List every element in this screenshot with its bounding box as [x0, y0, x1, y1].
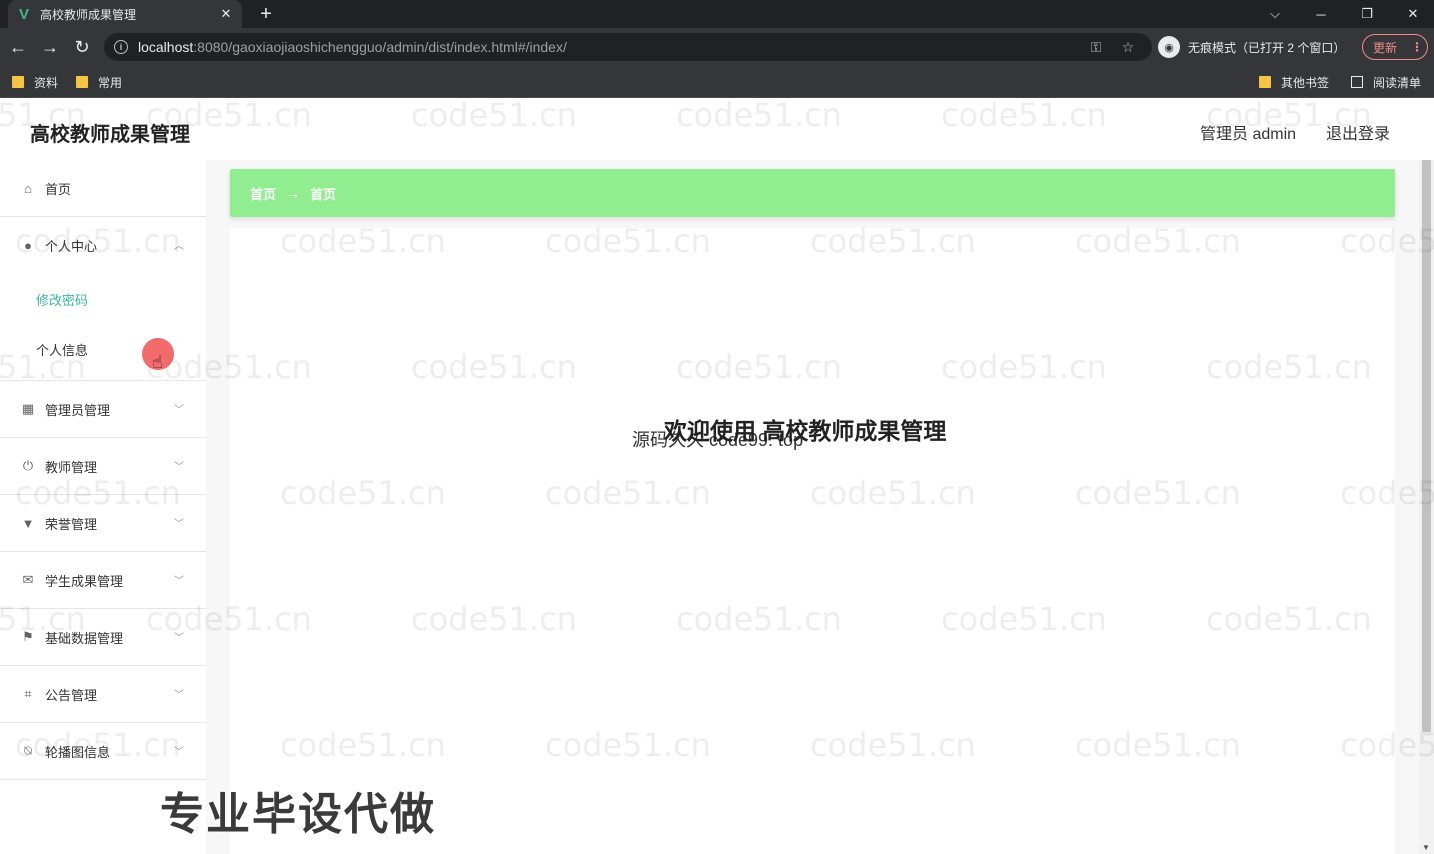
folder-icon — [76, 76, 88, 88]
sidebar-item-label: 个人中心 — [45, 239, 98, 254]
sidebar-subitem-personal-info[interactable]: 个人信息 — [0, 324, 206, 374]
chevron-down-icon: ﹀ — [174, 690, 184, 701]
current-user: 管理员 admin — [1200, 126, 1297, 143]
folder-icon — [1259, 76, 1271, 88]
url-text: localhost:8080/gaoxiaojiaoshichengguo/ad… — [138, 39, 567, 55]
bookmarks-bar: 资料 常用 其他书签 阅读清单 — [0, 66, 1434, 98]
tab-search-icon[interactable]: ⌵ — [1252, 0, 1298, 28]
sidebar-item-admin-management[interactable]: ▦ 管理员管理 ﹀ — [0, 381, 206, 438]
mute-bell-icon: ⍉ — [24, 743, 32, 758]
breadcrumb-current: 首页 — [310, 186, 337, 202]
breadcrumb: 首页 → 首页 — [230, 169, 1395, 217]
bookmark-star-icon[interactable]: ☆ — [1118, 37, 1138, 57]
bookmark-label: 常用 — [98, 75, 123, 90]
sidebar-item-basic-data[interactable]: ⚑ 基础数据管理 ﹀ — [0, 609, 206, 666]
browser-tab-strip: V 高校教师成果管理 ✕ + ⌵ ─ ❐ ✕ — [0, 0, 1434, 28]
sidebar-item-label: 首页 — [45, 181, 72, 197]
sidebar-item-label: 管理员管理 — [45, 402, 111, 418]
sidebar-item-home[interactable]: ⌂ 首页 — [0, 160, 206, 217]
site-title: 高校教师成果管理 — [30, 124, 190, 146]
main-panel — [230, 228, 1395, 854]
chevron-down-icon: ﹀ — [174, 462, 184, 473]
sidebar-item-teacher-management[interactable]: ⏻ 教师管理 ﹀ — [0, 438, 206, 495]
address-bar[interactable]: i localhost:8080/gaoxiaojiaoshichengguo/… — [104, 33, 1152, 61]
sidebar-item-personal-center[interactable]: ● 个人中心 ︿ — [0, 217, 206, 274]
chevron-down-icon: ﹀ — [174, 576, 184, 587]
chevron-down-icon: ﹀ — [174, 633, 184, 644]
sidebar-item-student-achievement[interactable]: ✉ 学生成果管理 ﹀ — [0, 552, 206, 609]
info-icon[interactable]: i — [114, 40, 128, 54]
mail-icon: ✉ — [22, 572, 34, 587]
chevron-down-icon: ﹀ — [174, 405, 184, 416]
sidebar-item-notice-management[interactable]: ⌗ 公告管理 ﹀ — [0, 666, 206, 723]
page-scrollbar[interactable]: ▼ — [1419, 160, 1434, 854]
new-tab-icon[interactable]: + — [254, 2, 278, 26]
sidebar-item-label: 荣誉管理 — [45, 516, 98, 532]
other-bookmarks[interactable]: 其他书签 — [1259, 72, 1329, 92]
bookmark-label: 资料 — [34, 75, 59, 90]
flag-icon: ⚑ — [22, 629, 34, 644]
incognito-label: 无痕模式（已打开 2 个窗口） — [1188, 40, 1346, 55]
tab-title: 高校教师成果管理 — [40, 7, 137, 22]
update-button[interactable]: 更新 ⋮ — [1362, 34, 1428, 60]
sidebar-item-label: 轮播图信息 — [45, 744, 111, 760]
back-icon[interactable]: ← — [6, 35, 30, 59]
grid-icon: ▦ — [21, 401, 35, 416]
folder-icon — [12, 76, 24, 88]
power-icon: ⏻ — [22, 458, 34, 473]
scrollbar-thumb[interactable] — [1422, 160, 1431, 732]
reload-icon[interactable]: ↻ — [70, 35, 94, 59]
reading-list[interactable]: 阅读清单 — [1351, 72, 1421, 92]
chevron-down-icon: ﹀ — [174, 747, 184, 758]
update-label: 更新 — [1373, 40, 1398, 55]
sidebar: ⌂ 首页 ● 个人中心 ︿ 修改密码 个人信息 ▦ 管理员管理 ﹀ ⏻ 教师管理… — [0, 160, 206, 854]
sidebar-subitem-change-password[interactable]: 修改密码 — [0, 274, 206, 324]
bookmark-label: 其他书签 — [1281, 75, 1330, 90]
vue-favicon-icon: V — [18, 5, 29, 23]
sidebar-group-personal: ● 个人中心 ︿ 修改密码 个人信息 — [0, 217, 206, 381]
forward-icon[interactable]: → — [38, 35, 62, 59]
chevron-up-icon: ︿ — [174, 241, 184, 252]
crop-icon: ⌗ — [24, 686, 32, 701]
sidebar-item-label: 学生成果管理 — [45, 573, 124, 589]
breadcrumb-home[interactable]: 首页 — [250, 184, 276, 203]
promo-overlay-text: 专业毕设代做 — [160, 790, 436, 839]
close-window-icon[interactable]: ✕ — [1390, 0, 1434, 28]
chevron-down-icon: ﹀ — [174, 519, 184, 530]
reading-list-icon — [1351, 76, 1363, 88]
bookmark-folder-changyong[interactable]: 常用 — [76, 72, 122, 92]
scroll-down-arrow-icon[interactable]: ▼ — [1422, 843, 1430, 852]
hand-cursor-icon: ☝ — [152, 352, 163, 372]
trophy-icon: ▼ — [21, 515, 35, 531]
arrow-right-icon: → — [286, 185, 301, 201]
user-icon: ● — [24, 238, 32, 253]
restore-icon[interactable]: ❐ — [1344, 0, 1390, 28]
sidebar-item-label: 教师管理 — [45, 459, 98, 475]
key-icon[interactable]: ⚿ — [1086, 37, 1106, 57]
close-tab-icon[interactable]: ✕ — [218, 6, 234, 22]
more-menu-icon[interactable]: ⋮ — [1411, 40, 1423, 54]
browser-toolbar: ← → ↻ i localhost:8080/gaoxiaojiaoshiche… — [0, 28, 1434, 66]
sidebar-item-carousel[interactable]: ⍉ 轮播图信息 ﹀ — [0, 723, 206, 780]
bookmark-label: 阅读清单 — [1373, 75, 1422, 90]
logout-link[interactable]: 退出登录 — [1326, 120, 1390, 144]
incognito-indicator[interactable]: ◉ 无痕模式（已打开 2 个窗口） — [1156, 33, 1354, 61]
minimize-icon[interactable]: ─ — [1298, 0, 1344, 28]
sidebar-item-label: 公告管理 — [45, 687, 98, 703]
sidebar-item-label: 基础数据管理 — [45, 630, 124, 646]
site-header: 高校教师成果管理 管理员 admin 退出登录 — [0, 98, 1434, 160]
welcome-heading: 欢迎使用 高校教师成果管理 — [664, 418, 947, 444]
bookmark-folder-ziliao[interactable]: 资料 — [12, 72, 58, 92]
browser-tab[interactable]: V 高校教师成果管理 ✕ — [8, 0, 242, 28]
home-icon: ⌂ — [24, 180, 32, 196]
page: 高校教师成果管理 管理员 admin 退出登录 ⌂ 首页 ● 个人中心 ︿ 修改… — [0, 98, 1434, 854]
incognito-icon: ◉ — [1158, 36, 1180, 58]
sidebar-item-honor-management[interactable]: ▼ 荣誉管理 ﹀ — [0, 495, 206, 552]
